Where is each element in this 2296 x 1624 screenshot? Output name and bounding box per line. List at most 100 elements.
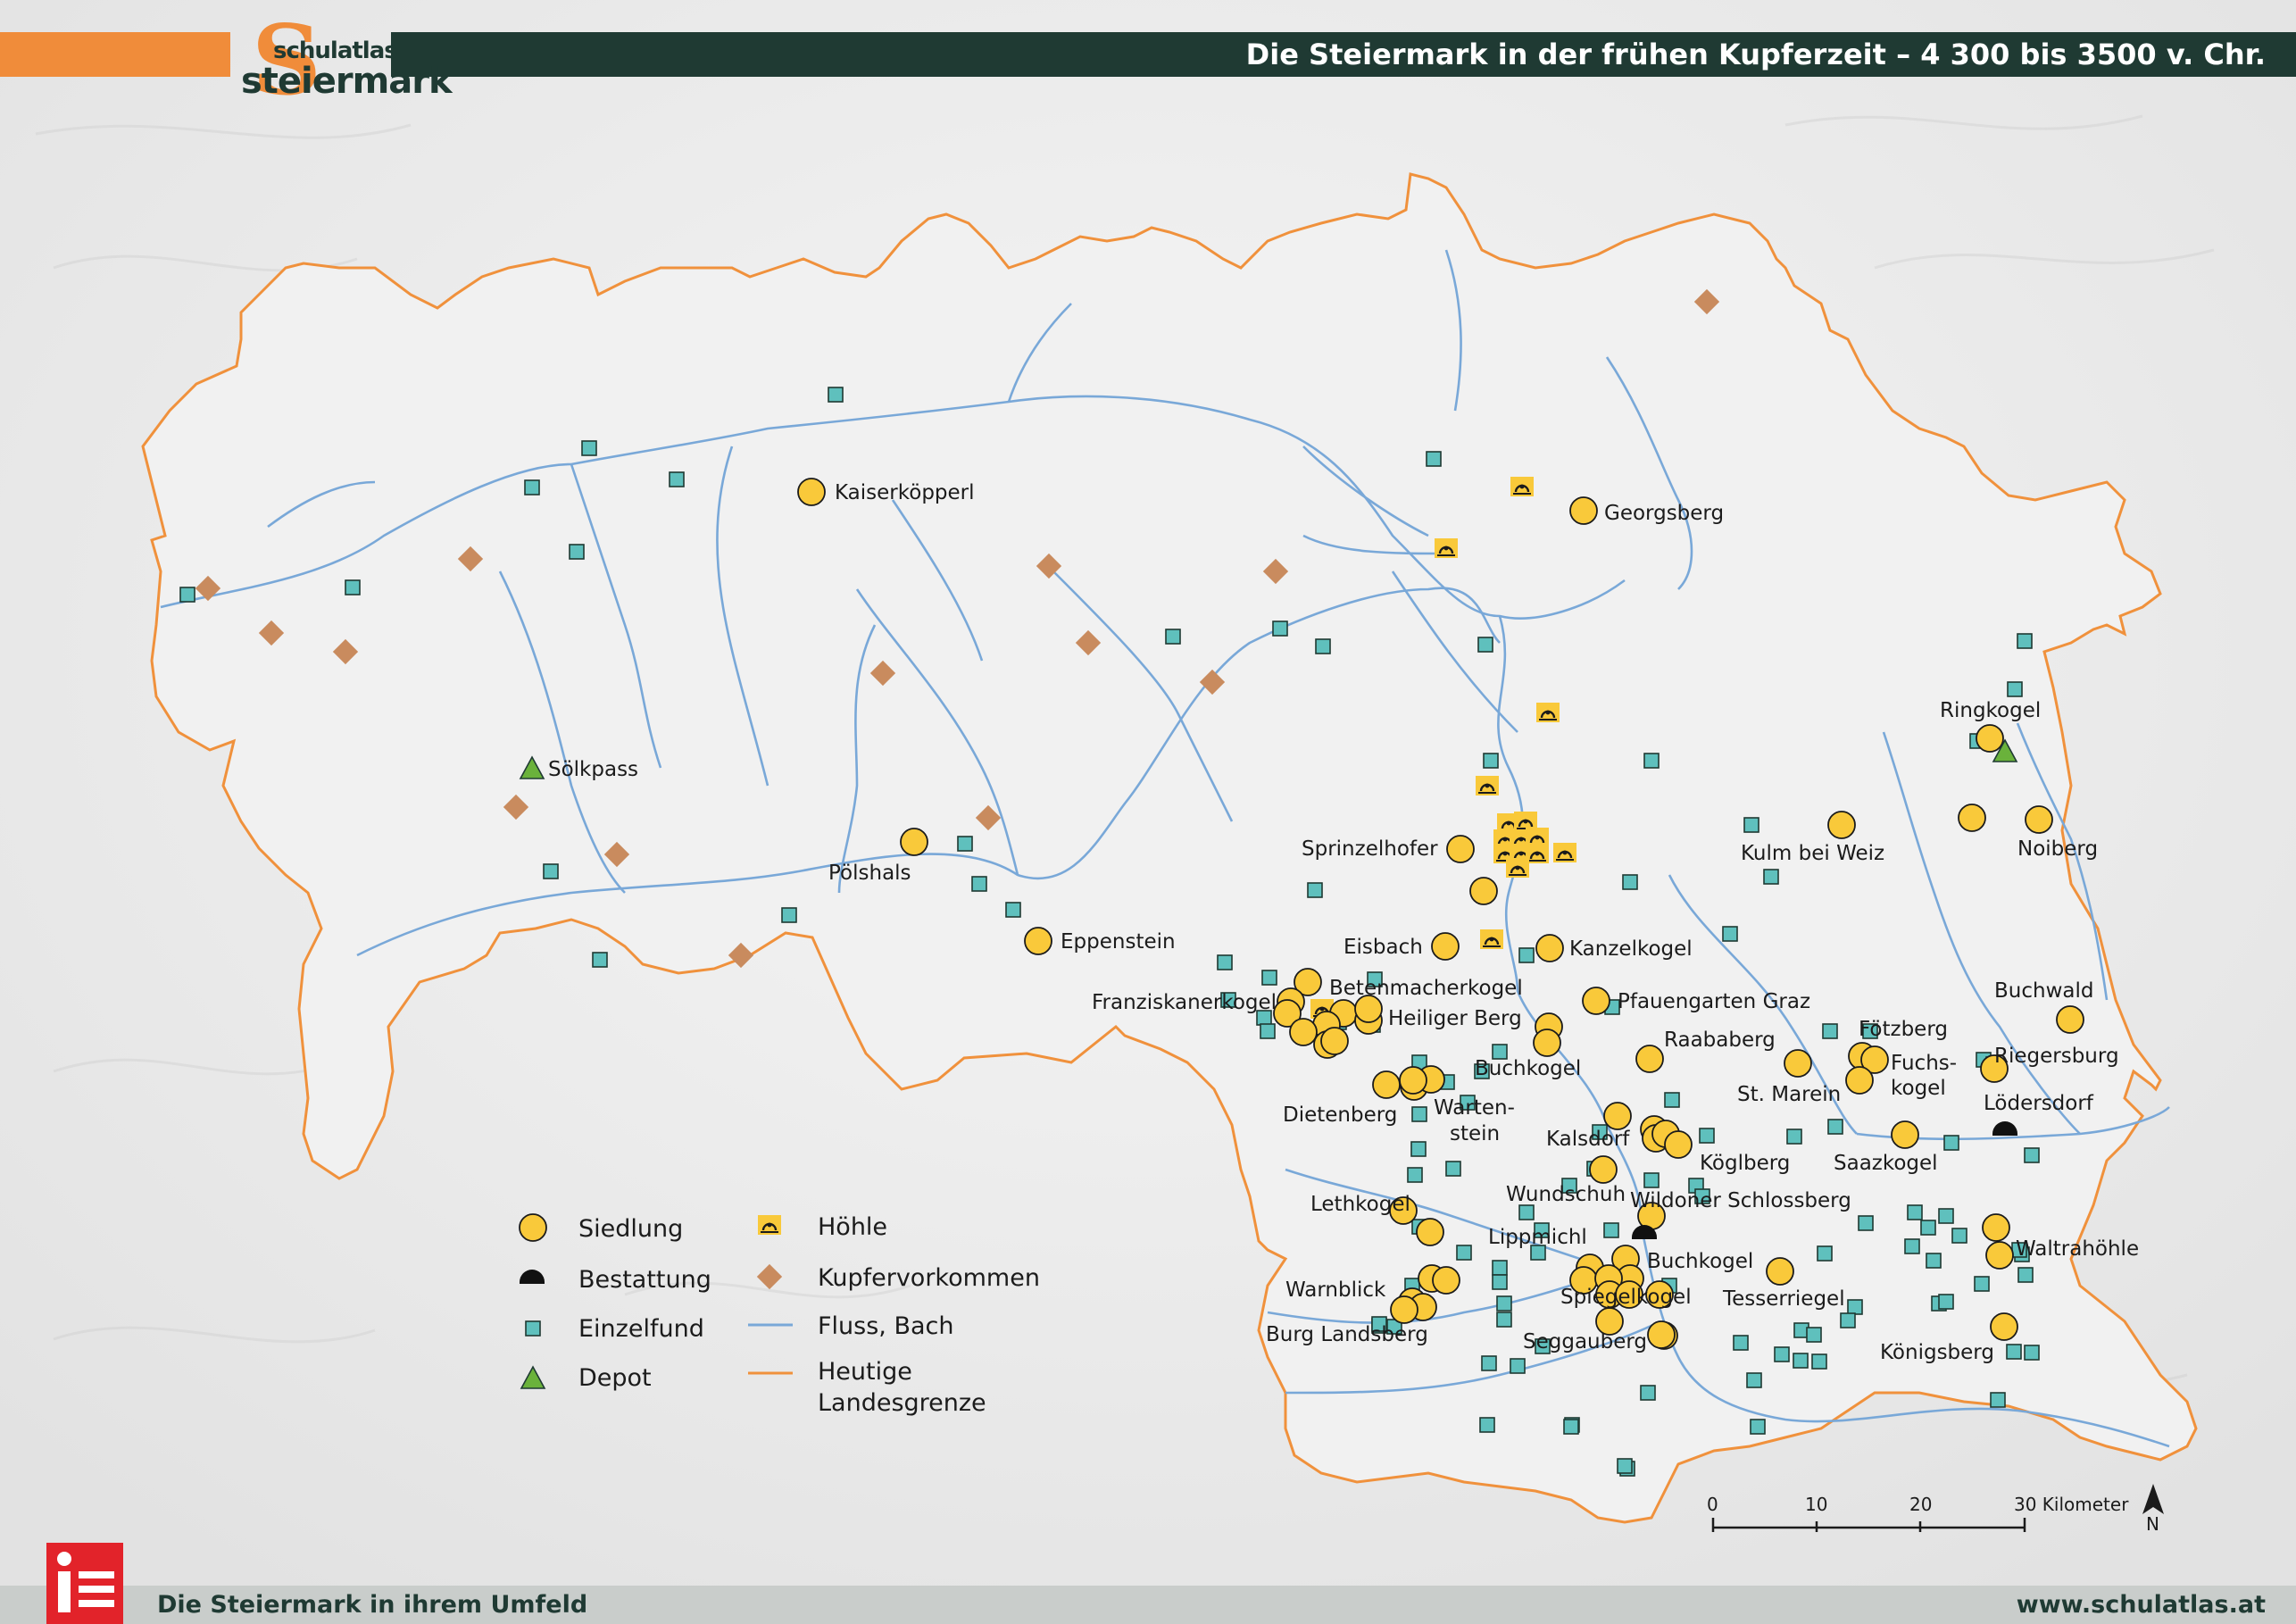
settlement — [1990, 1312, 2018, 1341]
settlement — [1827, 811, 1856, 839]
legend-single-find-label: Einzelfund — [578, 1315, 704, 1343]
label-kaiserkoepperl: Kaiserköpperl — [835, 481, 975, 504]
single-find — [1260, 1023, 1276, 1039]
label-stein: stein — [1450, 1122, 1500, 1145]
label-buchkogel-2: Buchkogel — [1647, 1250, 1753, 1273]
single-find — [1847, 1299, 1863, 1315]
single-find — [1904, 1238, 1920, 1254]
single-find — [1483, 753, 1499, 769]
settlement — [1533, 1029, 1561, 1057]
settlement — [1664, 1130, 1693, 1159]
single-find — [592, 952, 608, 968]
settlement — [1958, 804, 1986, 832]
single-find — [971, 876, 987, 892]
legend-burial-label: Bestattung — [578, 1266, 711, 1294]
label-warnblick: Warnblick — [1285, 1278, 1386, 1302]
single-find — [1699, 1128, 1715, 1144]
header-orange-bar — [0, 32, 230, 77]
settlement — [1320, 1027, 1349, 1055]
single-find — [1643, 1172, 1660, 1188]
single-find — [581, 440, 597, 456]
label-burg-landsberg: Burg Landsberg — [1266, 1323, 1428, 1346]
single-find — [2017, 1267, 2034, 1283]
single-find — [1774, 1346, 1790, 1362]
single-find — [1817, 1245, 1833, 1262]
label-waltrahoehle: Waltrahöhle — [2016, 1237, 2139, 1261]
single-find — [1518, 947, 1535, 963]
settlement — [1416, 1218, 1444, 1246]
legend-cave-label: Höhle — [818, 1213, 887, 1241]
single-find — [1763, 869, 1779, 885]
legend-copper-label: Kupfervorkommen — [818, 1264, 1040, 1292]
settlement — [1982, 1213, 2010, 1242]
settlement — [797, 478, 826, 506]
scale-tick-10: 10 — [1805, 1494, 1827, 1515]
single-find — [1563, 1419, 1579, 1435]
footer-topic-link[interactable]: Die Steiermark in ihrem Umfeld — [157, 1586, 587, 1624]
cave — [1474, 774, 1501, 797]
map-canvas: Kaiserköpperl Georgsberg Sölkpass Pölsha… — [0, 0, 2296, 1624]
label-koenigsberg: Königsberg — [1880, 1341, 1994, 1364]
single-find — [1806, 1327, 1822, 1343]
label-st-marein: St. Marein — [1737, 1083, 1841, 1106]
single-find — [1622, 874, 1638, 890]
label-kogel: kogel — [1891, 1077, 1946, 1100]
legend-single-find-symbol — [525, 1320, 541, 1337]
legend-border-label-2: Landesgrenze — [818, 1389, 986, 1417]
label-loedersdorf: Lödersdorf — [1984, 1092, 2094, 1115]
label-lethkogel: Lethkogel — [1310, 1193, 1410, 1216]
single-find — [179, 587, 195, 603]
logo-big-text: steiermark — [241, 61, 453, 102]
settlement — [1289, 1018, 1318, 1046]
settlement — [1784, 1049, 1812, 1078]
label-wundschuh: Wundschuh — [1506, 1183, 1626, 1206]
single-find — [1951, 1228, 1967, 1244]
legend-settlement-symbol — [519, 1213, 547, 1242]
page-title: Die Steiermark in der frühen Kupferzeit … — [1245, 37, 2266, 71]
single-find — [2024, 1345, 2040, 1361]
label-seggauberg: Seggauberg — [1523, 1330, 1647, 1353]
label-soelkpass: Sölkpass — [548, 758, 638, 781]
cave — [1535, 701, 1561, 724]
single-find — [1217, 954, 1233, 970]
single-find — [1793, 1353, 1809, 1369]
single-find — [828, 387, 844, 403]
label-buchwald: Buchwald — [1994, 979, 2093, 1003]
single-find — [1617, 1458, 1633, 1474]
settlement — [1582, 987, 1610, 1015]
settlement — [1390, 1295, 1418, 1324]
single-find — [524, 479, 540, 496]
single-find — [1722, 926, 1738, 942]
settlement — [1647, 1320, 1676, 1349]
single-find — [1603, 1222, 1619, 1238]
single-find — [1272, 620, 1288, 637]
settlement — [1399, 1066, 1427, 1095]
label-poelshals: Pölshals — [828, 862, 911, 885]
single-find — [1479, 1417, 1495, 1433]
settlement — [1766, 1257, 1794, 1286]
single-find — [2017, 633, 2033, 649]
label-kalsdorf: Kalsdorf — [1546, 1128, 1630, 1151]
cave — [1504, 856, 1531, 879]
schulatlas-logo[interactable]: S schulatlas steiermark — [234, 12, 453, 109]
scale-tick-30: 30 Kilometer — [2014, 1494, 2129, 1515]
single-find — [1990, 1392, 2006, 1408]
single-find — [1743, 817, 1759, 833]
single-find — [1411, 1106, 1427, 1122]
single-find — [1477, 637, 1493, 653]
single-find — [957, 836, 973, 852]
label-kulm: Kulm bei Weiz — [1741, 842, 1884, 865]
single-find — [1920, 1220, 1936, 1236]
single-find — [1426, 451, 1442, 467]
label-noiberg: Noiberg — [2017, 837, 2098, 861]
single-find — [1510, 1358, 1526, 1374]
single-find — [1496, 1295, 1512, 1312]
label-eisbach: Eisbach — [1343, 936, 1423, 959]
label-wildoner: Wildoner Schlossberg — [1630, 1189, 1851, 1212]
single-find — [781, 907, 797, 923]
scale-tick-0: 0 — [1707, 1494, 1718, 1515]
settlement — [1635, 1045, 1664, 1073]
settlement — [1845, 1066, 1874, 1095]
label-koeglberg: Köglberg — [1700, 1152, 1790, 1175]
footer-website-link[interactable]: www.schulatlas.at — [2017, 1586, 2266, 1624]
